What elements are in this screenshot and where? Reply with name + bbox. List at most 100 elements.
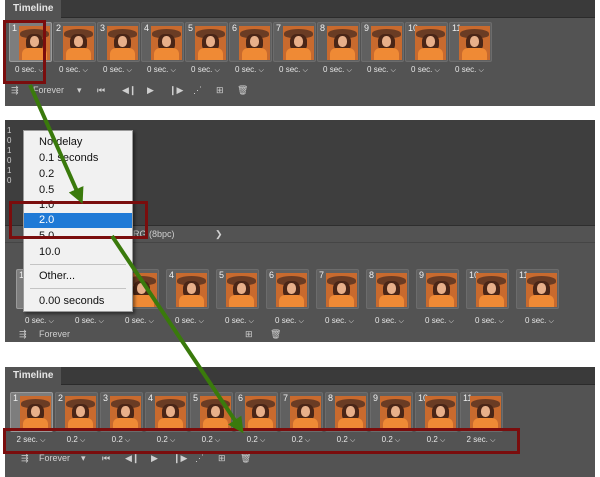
- animation-frame[interactable]: 8: [325, 392, 368, 432]
- animation-frame[interactable]: 4: [145, 392, 188, 432]
- frame-delay-select[interactable]: 0 sec. ⌵: [52, 64, 95, 76]
- animation-frame[interactable]: 3: [97, 22, 140, 62]
- loop-select[interactable]: Forever: [39, 326, 70, 342]
- frame-thumbnail: [426, 273, 457, 307]
- animation-frame[interactable]: 7: [316, 269, 359, 309]
- animation-frame[interactable]: 8: [366, 269, 409, 309]
- frame-thumbnail: [151, 26, 182, 60]
- frame-thumbnail: [290, 396, 321, 430]
- frame-delay-select[interactable]: 0 sec. ⌵: [140, 64, 183, 76]
- frame-thumbnail: [239, 26, 270, 60]
- frame-thumbnail: [276, 273, 307, 307]
- frame-delay-select[interactable]: 0 sec. ⌵: [360, 64, 403, 76]
- animation-frame[interactable]: 6: [266, 269, 309, 309]
- chevron-down-icon: ⌵: [346, 67, 352, 74]
- frame-thumbnail: [376, 273, 407, 307]
- next-frame-icon[interactable]: ❙▶: [169, 82, 183, 98]
- new-frame-icon[interactable]: ⊞: [245, 326, 253, 342]
- menu-item-0-5[interactable]: 0.5: [24, 183, 132, 198]
- frame-thumbnail: [476, 273, 507, 307]
- frame-number: 3: [103, 393, 109, 403]
- animation-frame[interactable]: 9: [416, 269, 459, 309]
- frame-delay-select[interactable]: 0 sec. ⌵: [448, 64, 491, 76]
- frame-number-stub: 1: [7, 146, 12, 155]
- frame-number: 8: [328, 393, 334, 403]
- animation-frame[interactable]: 11: [516, 269, 559, 309]
- first-frame-icon[interactable]: ⏮: [97, 82, 105, 98]
- new-frame-icon[interactable]: ⊞: [216, 82, 224, 98]
- panel-tab-bar: Timeline: [5, 0, 595, 18]
- frame-number: 1: [13, 393, 19, 403]
- animation-frame[interactable]: 9: [361, 22, 404, 62]
- animation-frame[interactable]: 1: [10, 392, 53, 432]
- frame-number: 5: [188, 23, 194, 33]
- timeline-panel-bottom: Timeline 12 sec. ⌵ 2 0.2 ⌵ 3 0.2 ⌵ 4 0.2 ⌵ 5 0.2…: [5, 367, 595, 477]
- animation-frame[interactable]: 5: [185, 22, 228, 62]
- frame-thumbnail: [195, 26, 226, 60]
- animation-frame[interactable]: 4: [141, 22, 184, 62]
- animation-frame[interactable]: 3: [100, 392, 143, 432]
- chevron-down-icon: ⌵: [126, 67, 132, 74]
- frame-delay-select[interactable]: 0 sec. ⌵: [184, 64, 227, 76]
- loop-select[interactable]: Forever: [33, 82, 64, 98]
- animation-frame[interactable]: 10: [415, 392, 458, 432]
- animation-frame[interactable]: 9: [370, 392, 413, 432]
- animation-frame[interactable]: 10: [466, 269, 509, 309]
- frame-thumbnail: [107, 26, 138, 60]
- frame-delay-select[interactable]: 0 sec. ⌵: [316, 64, 359, 76]
- playback-controls: ⇶ Forever ▾ ⏮ ◀❙ ▶ ❙▶ ⋰ ⊞ 🗑: [5, 82, 595, 98]
- menu-item-no-delay[interactable]: No delay: [24, 135, 132, 150]
- animation-frame[interactable]: 2: [55, 392, 98, 432]
- chevron-right-icon[interactable]: ❯: [215, 226, 223, 243]
- frame-delay-select[interactable]: 0 sec. ⌵: [272, 64, 315, 76]
- menu-item-0-1[interactable]: 0.1 seconds: [24, 151, 132, 166]
- animation-frame[interactable]: 5: [216, 269, 259, 309]
- animation-frame[interactable]: 5: [190, 392, 233, 432]
- frame-number: 4: [169, 270, 175, 280]
- animation-frame[interactable]: 2: [53, 22, 96, 62]
- frame-delay-select[interactable]: 0 sec. ⌵: [96, 64, 139, 76]
- menu-item-current-delay[interactable]: 0.00 seconds: [24, 294, 132, 309]
- frame-number: 6: [238, 393, 244, 403]
- chevron-down-icon[interactable]: ▾: [77, 82, 82, 98]
- previous-frame-icon[interactable]: ◀❙: [122, 82, 136, 98]
- frame-thumbnail: [459, 26, 490, 60]
- chevron-down-icon: ⌵: [498, 318, 504, 325]
- frame-thumbnail: [65, 396, 96, 430]
- chevron-down-icon: ⌵: [478, 67, 484, 74]
- animation-frame[interactable]: 6: [235, 392, 278, 432]
- menu-separator: [30, 264, 126, 265]
- chevron-down-icon: ⌵: [348, 318, 354, 325]
- menu-item-other[interactable]: Other...: [24, 269, 132, 284]
- animation-frame[interactable]: 8: [317, 22, 360, 62]
- tween-icon[interactable]: ⋰: [193, 82, 202, 98]
- tab-timeline[interactable]: Timeline: [5, 367, 62, 385]
- animation-frame[interactable]: 10: [405, 22, 448, 62]
- chevron-down-icon: ⌵: [148, 318, 154, 325]
- animation-frame[interactable]: 7: [273, 22, 316, 62]
- frame-number-stub: 0: [7, 156, 12, 165]
- animation-frame[interactable]: 11: [460, 392, 503, 432]
- animation-frame[interactable]: 4: [166, 269, 209, 309]
- animation-frame[interactable]: 6: [229, 22, 272, 62]
- frame-number: 7: [283, 393, 289, 403]
- convert-timeline-icon[interactable]: ⇶: [19, 326, 27, 342]
- trash-icon[interactable]: 🗑: [270, 326, 281, 342]
- frame-number: 8: [369, 270, 375, 280]
- menu-item-10-0[interactable]: 10.0: [24, 245, 132, 260]
- frame-thumbnail: [425, 396, 456, 430]
- frame-delay-select[interactable]: 0 sec. ⌵: [404, 64, 447, 76]
- frame-number-stub: 0: [7, 176, 12, 185]
- convert-timeline-icon[interactable]: ⇶: [11, 82, 19, 98]
- chevron-down-icon: ⌵: [548, 318, 554, 325]
- animation-frame[interactable]: 7: [280, 392, 323, 432]
- menu-item-0-2[interactable]: 0.2: [24, 167, 132, 182]
- frame-thumbnail: [470, 396, 501, 430]
- frame-number: 2: [56, 23, 62, 33]
- frame-number: 5: [219, 270, 225, 280]
- frame-delay-select[interactable]: 0 sec. ⌵: [228, 64, 271, 76]
- trash-icon[interactable]: 🗑: [237, 82, 248, 98]
- play-icon[interactable]: ▶: [147, 82, 154, 98]
- animation-frame[interactable]: 11: [449, 22, 492, 62]
- tab-timeline[interactable]: Timeline: [5, 0, 62, 18]
